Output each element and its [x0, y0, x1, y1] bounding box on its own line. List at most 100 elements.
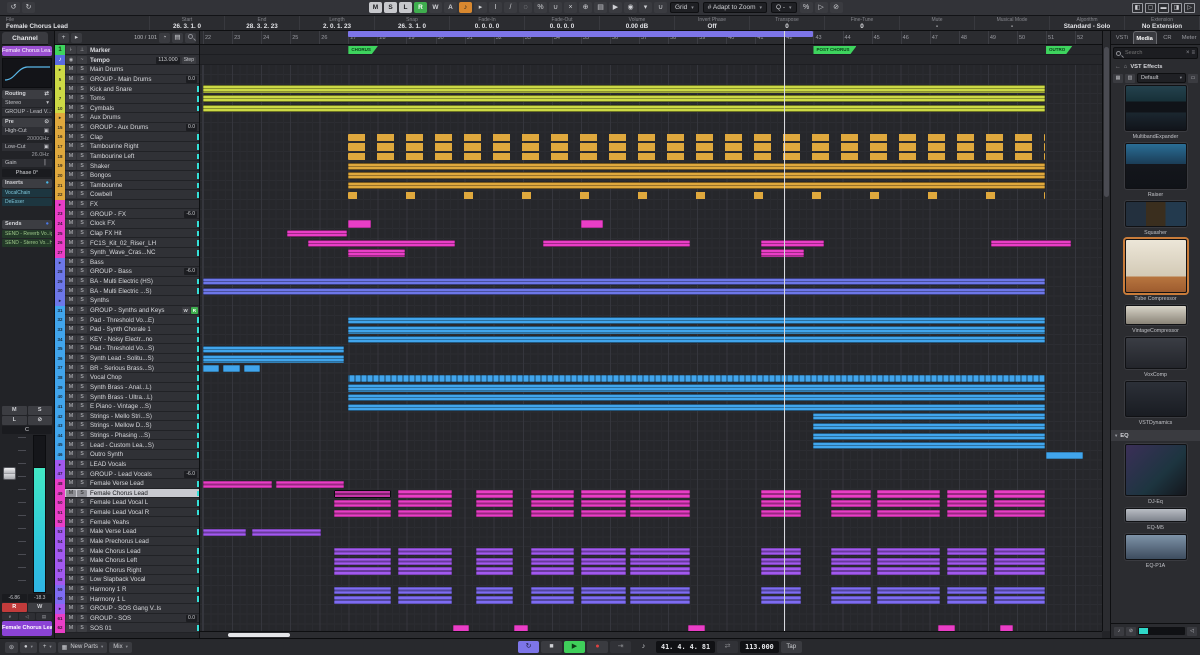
mute-button[interactable]: M — [66, 191, 76, 198]
clip[interactable] — [476, 500, 513, 507]
clip[interactable] — [398, 500, 452, 507]
horizontal-scroll-thumb[interactable] — [228, 633, 290, 637]
track-row[interactable]: 45MSLead - Custom Lea...S) — [55, 440, 199, 450]
track-color-tab[interactable]: 32 — [55, 315, 65, 325]
track-color-tab[interactable]: 43 — [55, 421, 65, 431]
track-color-tab[interactable]: 40 — [55, 392, 65, 402]
checkbox-icon[interactable]: ▣ — [44, 127, 49, 135]
clip[interactable] — [203, 105, 1045, 112]
clip[interactable] — [581, 567, 627, 574]
global-a-button[interactable]: A — [444, 2, 457, 13]
track-row[interactable]: 62MSSOS 01 — [55, 623, 199, 633]
sends-section-header[interactable]: Sends● — [2, 220, 52, 229]
clip[interactable] — [348, 143, 1045, 150]
mute-button[interactable]: M — [66, 557, 76, 564]
track-color-tab[interactable]: 55 — [55, 546, 65, 556]
track-color-tab[interactable]: 16 — [55, 132, 65, 142]
clip[interactable] — [831, 490, 871, 497]
track-color-tab[interactable]: 17 — [55, 142, 65, 152]
monitor-icon[interactable]: ◁ — [19, 613, 35, 620]
clip[interactable] — [991, 240, 1071, 247]
plugin-card-raiser[interactable]: Raiser — [1111, 143, 1200, 198]
tool-draw-tool[interactable]: / — [504, 2, 517, 13]
track-row[interactable]: 54MSMale Prechorus Lead — [55, 537, 199, 547]
tab-media[interactable]: Media — [1133, 31, 1157, 44]
track-row[interactable]: 37MSBR - Serious Brass...S) — [55, 363, 199, 373]
track-color-tab[interactable]: 27 — [55, 248, 65, 258]
track-row[interactable]: 47MSGROUP - Lead Vocals-6.0 — [55, 469, 199, 479]
info-field-invert-phase[interactable]: Invert PhaseOff — [675, 16, 750, 30]
mute-button[interactable]: M — [66, 394, 76, 401]
clip[interactable] — [398, 596, 452, 603]
list-view-icon[interactable]: ≡ — [1191, 50, 1195, 56]
solo-button[interactable]: S — [77, 124, 87, 131]
clip[interactable] — [348, 182, 1045, 189]
clip[interactable] — [994, 596, 1045, 603]
eq-section-header[interactable]: ▾EQ — [1111, 430, 1200, 441]
clip[interactable] — [947, 510, 987, 517]
mute-button[interactable]: M — [66, 605, 76, 612]
track-color-tab[interactable]: 44 — [55, 431, 65, 441]
track-row[interactable]: 15MSGROUP - Aux Drums0.0 — [55, 123, 199, 133]
solo-button[interactable]: S — [77, 240, 87, 247]
preview-loop-icon[interactable]: ⊘ — [1126, 627, 1136, 636]
track-color-tab[interactable]: 54 — [55, 537, 65, 547]
add-track-button[interactable]: + — [58, 33, 69, 43]
mute-button[interactable]: M — [66, 567, 76, 574]
clip[interactable] — [813, 423, 1045, 430]
tempo-rec-icon[interactable]: ◉ — [66, 56, 76, 64]
solo-button[interactable]: S — [77, 278, 87, 285]
tool-zoom-tool[interactable]: ⊕ — [579, 2, 592, 13]
track-color-tab[interactable]: 6 — [55, 84, 65, 94]
solo-button[interactable]: S — [77, 557, 87, 564]
track-color-tab[interactable]: 35 — [55, 344, 65, 354]
write-automation-button[interactable]: W — [28, 603, 53, 612]
track-color-tab[interactable]: 47 — [55, 469, 65, 479]
info-field-file[interactable]: FileFemale Chorus Lead — [0, 16, 150, 30]
clip[interactable] — [947, 567, 987, 574]
folder-track-color-tab[interactable]: ▸ — [55, 113, 65, 123]
track-color-tab[interactable]: 29 — [55, 277, 65, 287]
channel-eq-curve[interactable] — [2, 58, 52, 88]
vertical-scroll-thumb[interactable] — [1104, 47, 1109, 197]
tool-comp-tool[interactable]: ▤ — [594, 2, 607, 13]
track-color-tab[interactable]: 18 — [55, 152, 65, 162]
sync-icon[interactable]: ⇄ — [717, 641, 738, 653]
clip[interactable] — [761, 490, 801, 497]
clip[interactable] — [334, 587, 391, 594]
marker-flag-outro[interactable]: OUTRO — [1046, 46, 1072, 54]
clip[interactable] — [581, 548, 627, 555]
info-field-extension[interactable]: ExtensionNo Extension — [1125, 16, 1200, 30]
checkbox-icon[interactable]: ▣ — [44, 143, 49, 151]
clip[interactable] — [398, 558, 452, 565]
mute-button[interactable]: M — [66, 374, 76, 381]
solo-button[interactable]: S — [77, 249, 87, 256]
solo-button[interactable]: S — [77, 509, 87, 516]
clip[interactable] — [531, 567, 574, 574]
clip[interactable] — [203, 278, 1045, 285]
clip[interactable] — [348, 192, 1045, 199]
track-color-tab[interactable]: 53 — [55, 527, 65, 537]
group-gain-value[interactable]: 0.0 — [186, 76, 197, 83]
solo-button[interactable]: S — [77, 336, 87, 343]
mute-button[interactable]: M — [66, 499, 76, 506]
clip[interactable] — [334, 490, 391, 497]
clip[interactable] — [531, 558, 574, 565]
clip[interactable] — [531, 548, 574, 555]
solo-button[interactable]: S — [77, 605, 87, 612]
track-color-tab[interactable]: 49 — [55, 489, 65, 499]
tool-object-selection-tool[interactable]: ▸ — [474, 2, 487, 13]
tab-meter[interactable]: Meter — [1178, 31, 1200, 44]
clip[interactable] — [348, 134, 1045, 141]
solo-button[interactable]: S — [77, 182, 87, 189]
clip[interactable] — [1046, 452, 1083, 459]
info-field-snap[interactable]: Snap26. 3. 1. 0 — [375, 16, 450, 30]
clip[interactable] — [630, 587, 690, 594]
clip[interactable] — [761, 510, 801, 517]
clip[interactable] — [994, 500, 1045, 507]
track-row[interactable]: 26MSFC1S_Kit_02_Riser_LH — [55, 238, 199, 248]
clip[interactable] — [348, 153, 1045, 160]
solo-button[interactable]: S — [77, 76, 87, 83]
track-row[interactable]: 31MSGROUP - Synths and KeysWR — [55, 306, 199, 316]
clip[interactable] — [476, 490, 513, 497]
